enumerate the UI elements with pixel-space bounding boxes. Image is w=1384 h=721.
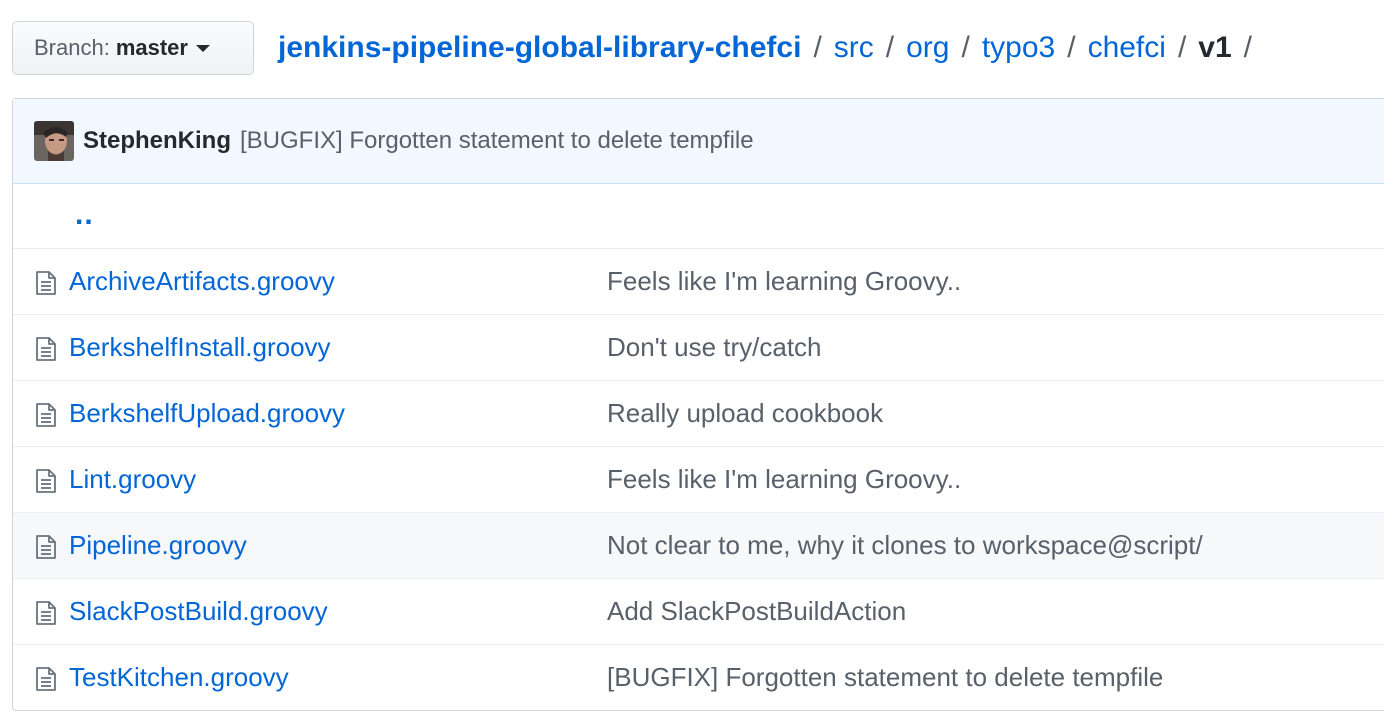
file-icon — [35, 535, 57, 559]
file-icon — [35, 667, 57, 691]
commit-author-link[interactable]: StephenKing — [83, 127, 231, 155]
file-commit-message-link[interactable]: [BUGFIX] Forgotten statement to delete t… — [607, 662, 1163, 693]
file-row[interactable]: Lint.groovy Feels like I'm learning Groov… — [13, 446, 1384, 512]
breadcrumb-separator: / — [1243, 31, 1252, 64]
file-icon — [35, 403, 57, 427]
file-commit-message-link[interactable]: Add SlackPostBuildAction — [607, 596, 906, 627]
file-icon — [35, 271, 57, 295]
breadcrumb-separator: / — [961, 31, 970, 64]
file-icon — [35, 469, 57, 493]
breadcrumb-separator: / — [1067, 31, 1076, 64]
file-name-link[interactable]: SlackPostBuild.groovy — [69, 596, 328, 627]
file-commit-message-link[interactable]: Feels like I'm learning Groovy.. — [607, 464, 961, 495]
file-name-link[interactable]: Lint.groovy — [69, 464, 196, 495]
breadcrumb-separator: / — [885, 31, 895, 64]
commit-message-link[interactable]: [BUGFIX] Forgotten statement to delete t… — [240, 127, 754, 155]
file-row[interactable]: Pipeline.groovy Not clear to me, why it c… — [13, 512, 1384, 578]
breadcrumb-current-dir: v1 — [1198, 31, 1232, 64]
breadcrumb-repo-link[interactable]: jenkins-pipeline-global-library-chefci — [278, 31, 801, 65]
file-commit-message-link[interactable]: Feels like I'm learning Groovy.. — [607, 266, 961, 297]
breadcrumb-chefci-link[interactable]: chefci — [1088, 31, 1166, 65]
file-row[interactable]: TestKitchen.groovy [BUGFIX] Forgotten sta… — [13, 644, 1384, 710]
file-name-link[interactable]: Pipeline.groovy — [69, 530, 247, 561]
file-commit-message-link[interactable]: Really upload cookbook — [607, 398, 883, 429]
file-name-link[interactable]: TestKitchen.groovy — [69, 662, 289, 693]
file-row[interactable]: BerkshelfInstall.groovy Don't use try/cat… — [13, 314, 1384, 380]
file-list: StephenKing [BUGFIX] Forgotten statement… — [12, 98, 1384, 711]
branch-select-button[interactable]: Branch: master — [12, 21, 254, 75]
breadcrumb-typo3-link[interactable]: typo3 — [982, 31, 1055, 65]
breadcrumb-separator: / — [1177, 31, 1187, 64]
breadcrumb-src-link[interactable]: src — [834, 31, 874, 65]
file-row[interactable]: ArchiveArtifacts.groovy Feels like I'm le… — [13, 248, 1384, 314]
breadcrumb: jenkins-pipeline-global-library-chefci /… — [278, 27, 1264, 69]
file-row[interactable]: SlackPostBuild.groovy Add SlackPostBuildA… — [13, 578, 1384, 644]
file-navigation: Branch: master jenkins-pipeline-global-l… — [0, 0, 1384, 98]
file-row[interactable]: BerkshelfUpload.groovy Really upload cook… — [13, 380, 1384, 446]
parent-directory-link[interactable]: .. — [75, 198, 94, 232]
file-name-link[interactable]: BerkshelfInstall.groovy — [69, 332, 331, 363]
breadcrumb-org-link[interactable]: org — [906, 31, 949, 65]
caret-down-icon — [195, 44, 210, 52]
parent-directory-row: .. — [13, 184, 1384, 248]
branch-name: master — [115, 35, 188, 60]
branch-label: Branch: — [34, 35, 110, 60]
avatar[interactable] — [34, 121, 74, 161]
file-name-link[interactable]: BerkshelfUpload.groovy — [69, 398, 345, 429]
file-commit-message-link[interactable]: Don't use try/catch — [607, 332, 822, 363]
file-commit-message-link[interactable]: Not clear to me, why it clones to worksp… — [607, 530, 1203, 561]
file-icon — [35, 337, 57, 361]
breadcrumb-separator: / — [813, 31, 822, 64]
file-icon — [35, 601, 57, 625]
file-name-link[interactable]: ArchiveArtifacts.groovy — [69, 266, 335, 297]
latest-commit-bar: StephenKing [BUGFIX] Forgotten statement… — [13, 99, 1384, 184]
